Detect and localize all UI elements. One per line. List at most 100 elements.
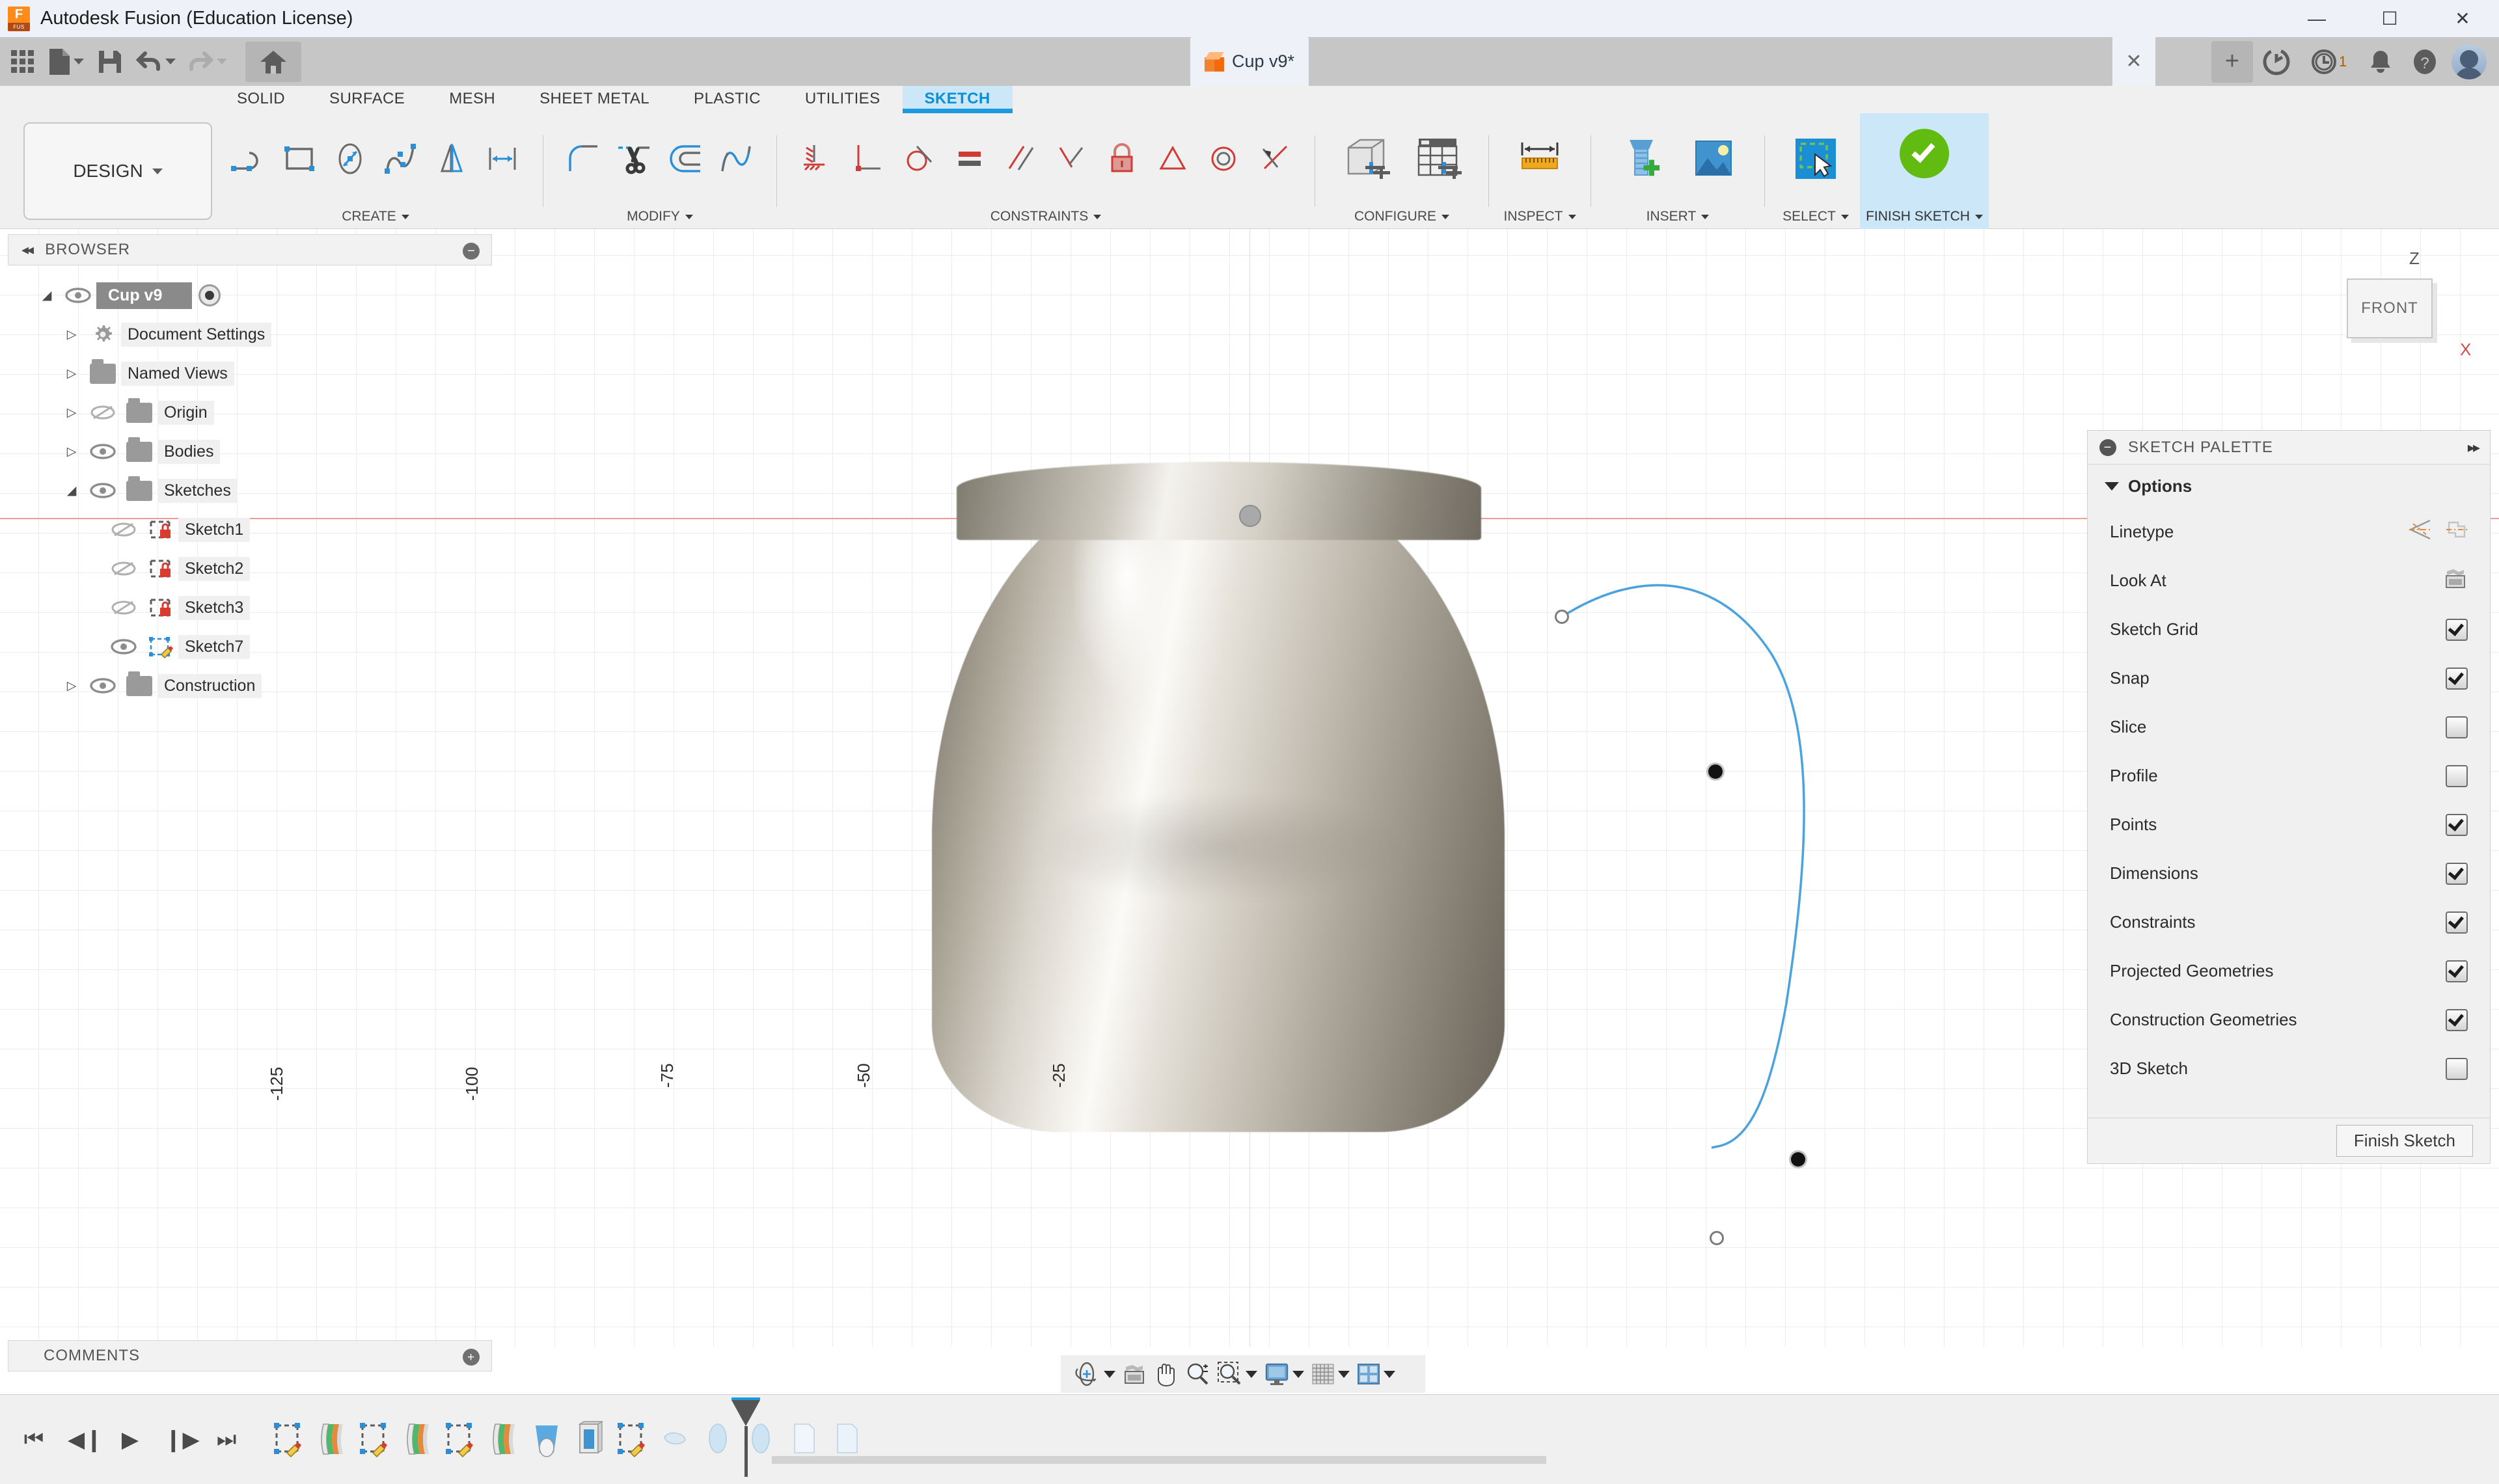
tab-surface[interactable]: SURFACE bbox=[307, 86, 427, 113]
constraints-checkbox[interactable] bbox=[2446, 911, 2468, 934]
palette-row-slice[interactable]: Slice bbox=[2088, 703, 2490, 751]
offset-tool-button[interactable] bbox=[662, 131, 709, 186]
finish-sketch-button[interactable]: Finish Sketch bbox=[2336, 1125, 2473, 1157]
step-forward-button[interactable]: ❙▶ bbox=[164, 1427, 200, 1453]
activate-component-radio[interactable] bbox=[198, 284, 221, 306]
options-section-header[interactable]: Options bbox=[2088, 465, 2490, 507]
palette-row-points[interactable]: Points bbox=[2088, 800, 2490, 849]
redo-button[interactable] bbox=[184, 42, 231, 82]
undo-button[interactable] bbox=[132, 42, 180, 82]
select-tool-button[interactable] bbox=[1782, 125, 1850, 193]
expand-arrow-icon[interactable]: ▷ bbox=[59, 327, 85, 342]
step-back-button[interactable]: ◀❙ bbox=[68, 1427, 103, 1453]
go-to-beginning-button[interactable]: ⏮ bbox=[20, 1427, 48, 1452]
sketch-grid-checkbox[interactable] bbox=[2446, 618, 2468, 641]
data-panel-button[interactable] bbox=[4, 42, 40, 82]
view-cube-front-face[interactable]: FRONT bbox=[2347, 278, 2433, 338]
palette-row-3d-sketch[interactable]: 3D Sketch bbox=[2088, 1044, 2490, 1093]
visibility-hidden-eye-icon[interactable] bbox=[105, 599, 142, 616]
maximize-button[interactable]: ☐ bbox=[2353, 0, 2426, 37]
add-comment-button[interactable]: + bbox=[463, 1349, 480, 1366]
home-button[interactable] bbox=[245, 41, 301, 82]
timeline-item[interactable] bbox=[526, 1414, 566, 1465]
spline-endpoint[interactable] bbox=[1710, 1231, 1724, 1245]
tab-plastic[interactable]: PLASTIC bbox=[672, 86, 783, 113]
tab-sheet-metal[interactable]: SHEET METAL bbox=[517, 86, 672, 113]
timeline-item[interactable] bbox=[655, 1414, 695, 1465]
grid-snaps-button[interactable] bbox=[1308, 1358, 1352, 1390]
spline-endpoint[interactable] bbox=[1555, 610, 1569, 624]
construction-geometries-checkbox[interactable] bbox=[2446, 1008, 2468, 1031]
insert-canvas-button[interactable] bbox=[1680, 125, 1747, 193]
visibility-hidden-eye-icon[interactable] bbox=[105, 560, 142, 577]
perpendicular-button[interactable] bbox=[845, 131, 892, 186]
look-at-button[interactable] bbox=[1119, 1358, 1149, 1390]
expand-arrow-icon[interactable]: ▷ bbox=[59, 444, 85, 459]
visibility-eye-icon[interactable] bbox=[85, 444, 121, 459]
timeline-item[interactable] bbox=[397, 1414, 437, 1465]
viewports-button[interactable] bbox=[1354, 1358, 1398, 1390]
tree-item-sketch3[interactable]: Sketch3 bbox=[8, 588, 502, 627]
equal-button[interactable] bbox=[946, 131, 993, 186]
go-to-end-button[interactable]: ⏭ bbox=[212, 1427, 241, 1452]
zoom-button[interactable] bbox=[1182, 1358, 1213, 1390]
visibility-eye-icon[interactable] bbox=[85, 483, 121, 498]
spline-tool-button[interactable] bbox=[377, 131, 424, 186]
3d-sketch-checkbox[interactable] bbox=[2446, 1057, 2468, 1080]
tab-sketch[interactable]: SKETCH bbox=[902, 86, 1013, 113]
tree-item-document-settings[interactable]: ▷ Document Settings bbox=[8, 315, 502, 354]
timeline-item[interactable] bbox=[483, 1414, 523, 1465]
view-cube[interactable]: Z FRONT X bbox=[2306, 243, 2476, 373]
palette-row-sketch-grid[interactable]: Sketch Grid bbox=[2088, 605, 2490, 654]
tree-item-construction[interactable]: ▷ Construction bbox=[8, 666, 502, 705]
trim-tool-button[interactable] bbox=[611, 131, 658, 186]
finish-sketch-group[interactable]: FINISH SKETCH bbox=[1860, 113, 1989, 229]
tree-item-named-views[interactable]: ▷ Named Views bbox=[8, 354, 502, 393]
palette-row-constraints[interactable]: Constraints bbox=[2088, 898, 2490, 947]
expand-arrow-icon[interactable]: ▷ bbox=[59, 405, 85, 420]
close-button[interactable]: ✕ bbox=[2426, 0, 2499, 37]
notifications-button[interactable] bbox=[2360, 41, 2401, 83]
document-tab-close-button[interactable]: ✕ bbox=[2112, 37, 2155, 86]
configure-model-button[interactable] bbox=[1332, 125, 1400, 193]
workspace-switcher[interactable]: DESIGN bbox=[23, 122, 212, 220]
centerline-icon[interactable] bbox=[2446, 519, 2468, 545]
display-settings-button[interactable] bbox=[1261, 1358, 1307, 1390]
timeline-item[interactable] bbox=[268, 1414, 308, 1465]
pan-button[interactable] bbox=[1151, 1358, 1181, 1390]
expand-arrow-icon[interactable]: ▷ bbox=[59, 366, 85, 381]
timeline-item[interactable] bbox=[569, 1414, 609, 1465]
visibility-hidden-eye-icon[interactable] bbox=[85, 404, 121, 421]
extension-manager-button[interactable] bbox=[2256, 41, 2297, 83]
new-tab-button[interactable]: + bbox=[2211, 40, 2253, 83]
palette-row-construction-geometries[interactable]: Construction Geometries bbox=[2088, 995, 2490, 1044]
tree-item-origin[interactable]: ▷ Origin bbox=[8, 393, 502, 432]
fillet-tool-button[interactable] bbox=[560, 131, 607, 186]
double-arrow-right-icon[interactable]: ▸▸ bbox=[2468, 439, 2480, 456]
play-button[interactable]: ▶ bbox=[116, 1427, 144, 1453]
expand-arrow-icon[interactable]: ◢ bbox=[34, 288, 60, 303]
double-arrow-left-icon[interactable]: ◂◂ bbox=[21, 241, 34, 258]
tree-item-sketch7[interactable]: Sketch7 bbox=[8, 627, 502, 666]
construction-line-icon[interactable] bbox=[2408, 519, 2431, 545]
concentric-button[interactable] bbox=[1200, 131, 1247, 186]
fix-ground-button[interactable] bbox=[794, 131, 841, 186]
tab-utilities[interactable]: UTILITIES bbox=[783, 86, 903, 113]
tab-mesh[interactable]: MESH bbox=[427, 86, 517, 113]
symmetry-button[interactable] bbox=[1048, 131, 1095, 186]
line-tool-button[interactable] bbox=[225, 131, 272, 186]
help-button[interactable]: ? bbox=[2404, 41, 2446, 83]
curvature-constraint-button[interactable] bbox=[1251, 131, 1298, 186]
tree-item-sketches[interactable]: ◢ Sketches bbox=[8, 471, 502, 510]
ellipse-tool-button[interactable] bbox=[327, 131, 374, 186]
visibility-eye-icon[interactable] bbox=[85, 678, 121, 694]
visibility-eye-icon[interactable] bbox=[60, 288, 96, 303]
look-at-icon[interactable] bbox=[2443, 567, 2468, 594]
timeline-item[interactable] bbox=[440, 1414, 480, 1465]
timeline-marker[interactable] bbox=[731, 1397, 760, 1477]
job-status-button[interactable]: 1 bbox=[2300, 41, 2357, 83]
tangent-button[interactable] bbox=[895, 131, 942, 186]
dimensions-checkbox[interactable] bbox=[2446, 862, 2468, 885]
midpoint-button[interactable] bbox=[1149, 131, 1196, 186]
palette-row-projected-geometries[interactable]: Projected Geometries bbox=[2088, 947, 2490, 995]
